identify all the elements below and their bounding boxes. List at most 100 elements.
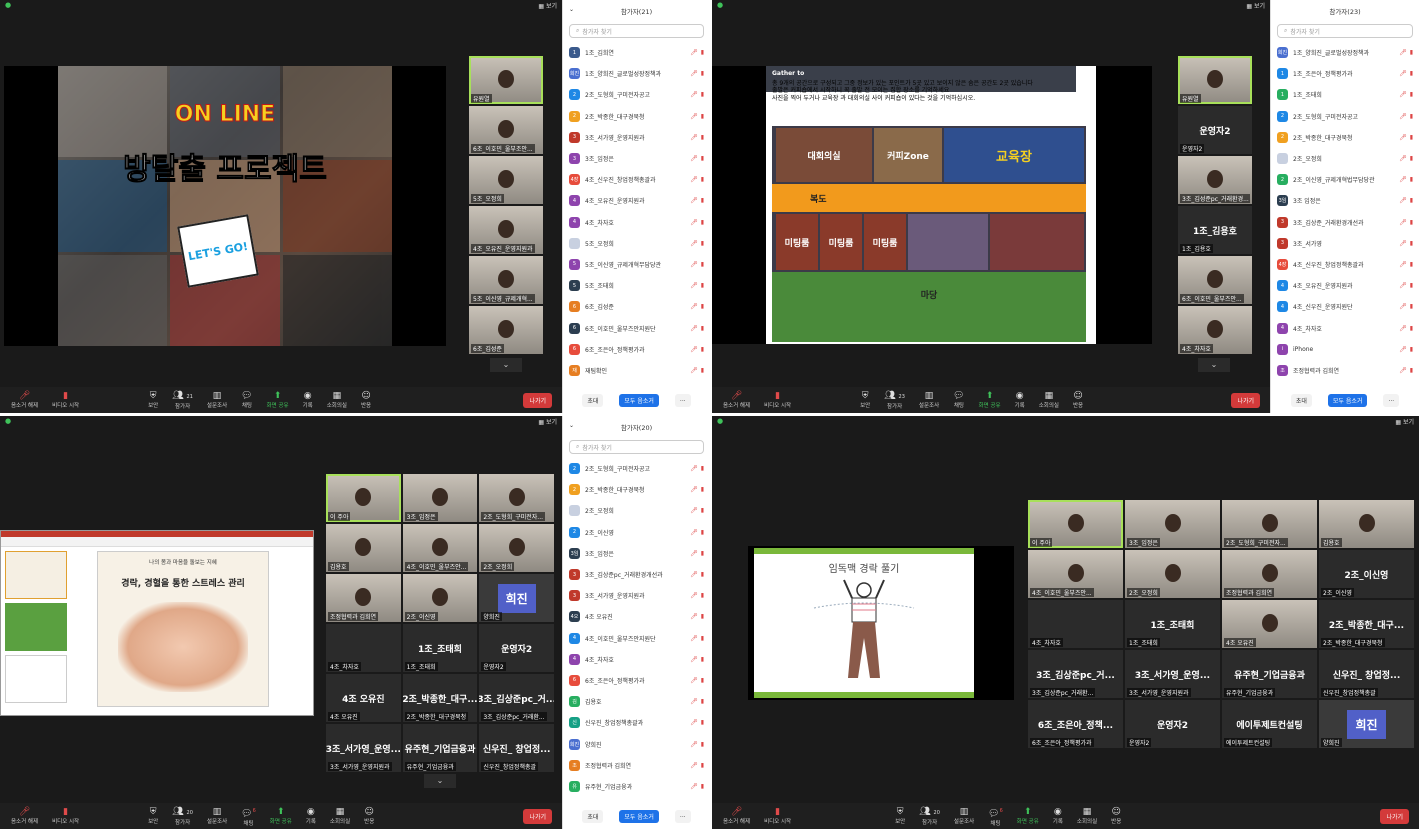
mute-all-button[interactable]: 모두 음소거	[1327, 394, 1368, 407]
participant-row[interactable]: 3임 3조 임정은 🎤︎ ▮	[1277, 190, 1413, 211]
participant-row[interactable]: 6 6조_김성준 🎤︎ ▮	[569, 296, 704, 317]
participant-row[interactable]: 조 조정협력과 김희연 🎤︎ ▮	[1277, 360, 1413, 381]
breakout-button[interactable]: ▦ 소회의실	[1039, 391, 1059, 409]
video-tile[interactable]: 6조_조은아_정책... 6조_조은아_정책평가과	[1028, 700, 1123, 748]
participant-row[interactable]: 2 2조_도형희_구미전자공고 🎤︎ ▮	[569, 84, 704, 105]
participant-row[interactable]: 4 4조_차자호 🎤︎ ▮	[1277, 317, 1413, 338]
participant-row[interactable]: 2 2조_박종한_대구경북청 🎤︎ ▮	[1277, 127, 1413, 148]
more-button[interactable]: ...	[674, 810, 691, 823]
video-tile[interactable]: 운영자2 운영자2	[479, 624, 554, 672]
participant-row[interactable]: 2 2조_이신영 🎤︎ ▮	[569, 522, 704, 543]
video-tile[interactable]: 2조_도형희_구미전자...	[479, 474, 554, 522]
video-tile[interactable]: 운영자2 운영자2	[1125, 700, 1220, 748]
participant-row[interactable]: 2 2조_도형희_구미전자공고 🎤︎ ▮	[569, 458, 704, 479]
video-tile[interactable]: 신우진_ 창업정... 신우진_창업정책총괄	[1319, 650, 1414, 698]
participant-row[interactable]: 6 6조_조은아_정책평가과 🎤︎ ▮	[569, 670, 704, 691]
participant-row[interactable]: 2 2조_박종한_대구경북청 🎤︎ ▮	[569, 479, 704, 500]
participant-row[interactable]: 4 4조_이호민_울부즈안지원단 🎤︎ ▮	[569, 628, 704, 649]
participant-row[interactable]: 2조_오정희 🎤︎ ▮	[569, 500, 704, 521]
participant-row[interactable]: 4 4조_차자호 🎤︎ ▮	[569, 212, 704, 233]
participant-row[interactable]: 5 5조_조태희 🎤︎ ▮	[569, 275, 704, 296]
participant-row[interactable]: 6 6조_조은아_정책평가과 🎤︎ ▮	[569, 339, 704, 360]
scroll-down-button[interactable]: ⌄	[490, 358, 522, 372]
video-tile[interactable]: 4조_차자호	[1178, 306, 1252, 354]
video-tile[interactable]: 김용호	[326, 524, 401, 572]
polls-button[interactable]: ▥ 설문조사	[919, 391, 939, 409]
participant-row[interactable]: 2조_오정희 🎤︎ ▮	[1277, 148, 1413, 169]
video-tile[interactable]: 4조_차자호	[1028, 600, 1123, 648]
participant-row[interactable]: 1 1조_김희연 🎤︎ ▮	[569, 42, 704, 63]
invite-button[interactable]: 초대	[1290, 394, 1312, 407]
video-button[interactable]: ▮ 비디오 시작	[764, 807, 791, 825]
participant-row[interactable]: 3 3조_서가영_운영지원과 🎤︎ ▮	[569, 127, 704, 148]
video-tile[interactable]: 이 주아	[326, 474, 401, 522]
participant-row[interactable]: 3 3조_임정은 🎤︎ ▮	[569, 148, 704, 169]
participant-row[interactable]: 재 재팀확인 🎤︎ ▮	[569, 360, 704, 381]
leave-button[interactable]: 나가기	[1380, 808, 1409, 824]
participant-row[interactable]: 3 3조_서가영 🎤︎ ▮	[1277, 233, 1413, 254]
more-button[interactable]: ...	[674, 394, 691, 407]
security-button[interactable]: ⛨ 보안	[148, 391, 158, 409]
video-tile[interactable]: 5조_이신영_규제개혁...	[469, 256, 543, 304]
participant-search-input[interactable]: ⌕ 참가자 찾기	[569, 440, 704, 454]
reactions-button[interactable]: ☺ 반응	[361, 391, 371, 409]
breakout-button[interactable]: ▦ 소회의실	[327, 391, 347, 409]
participant-row[interactable]: 5조_오정희 🎤︎ ▮	[569, 233, 704, 254]
record-button[interactable]: ◉ 기록	[303, 391, 313, 409]
security-button[interactable]: ⛨ 보안	[148, 807, 158, 825]
thumb-2[interactable]	[5, 603, 67, 651]
participant-row[interactable]: 4 4조_신우진_운영지원단 🎤︎ ▮	[1277, 296, 1413, 317]
reactions-button[interactable]: ☺ 반응	[1111, 807, 1121, 825]
video-tile[interactable]: 1조_김용호 1조_김용호	[1178, 206, 1252, 254]
participant-row[interactable]: 4 4조_오유진_운영지원과 🎤︎ ▮	[1277, 275, 1413, 296]
participant-search-input[interactable]: ⌕ 참가자 찾기	[569, 24, 704, 38]
participant-search-input[interactable]: ⌕ 참가자 찾기	[1277, 24, 1413, 38]
share-screen-button[interactable]: ⬆ 화면 공유	[270, 807, 292, 825]
participant-row[interactable]: 4장 4조_신우진_창업정책총괄과 🎤︎ ▮	[1277, 254, 1413, 275]
share-screen-button[interactable]: ⬆ 화면 공유	[1017, 807, 1039, 825]
video-tile[interactable]: 조정협력과 김희연	[1222, 550, 1317, 598]
share-screen-button[interactable]: ⬆ 화면 공유	[979, 391, 1001, 409]
participant-row[interactable]: 1 1조_조은아_정책평가과 🎤︎ ▮	[1277, 63, 1413, 84]
participant-row[interactable]: 3 3조_김상준_거래환경개선과 🎤︎ ▮	[1277, 212, 1413, 233]
leave-button[interactable]: 나가기	[523, 392, 552, 408]
video-tile[interactable]: 3조_임정은	[1125, 500, 1220, 548]
participant-row[interactable]: 5 5조_이신영_규제개혁무담당관 🎤︎ ▮	[569, 254, 704, 275]
polls-button[interactable]: ▥ 설문조사	[207, 807, 227, 825]
video-tile[interactable]: 2조_오정희	[479, 524, 554, 572]
video-tile[interactable]: 희진 양희진	[479, 574, 554, 622]
breakout-button[interactable]: ▦ 소회의실	[1077, 807, 1097, 825]
video-tile[interactable]: 유주현_기업금융과 유주현_기업금융과	[1222, 650, 1317, 698]
video-tile[interactable]: 4조 오유진	[1222, 600, 1317, 648]
video-tile[interactable]: 3조_임정은	[402, 474, 478, 522]
participant-row[interactable]: 4오 4조 오유진 🎤︎ ▮	[569, 606, 704, 627]
participants-button[interactable]: 👥︎ 20 참가자	[172, 807, 193, 826]
scroll-down-button[interactable]: ⌄	[424, 774, 456, 788]
video-tile[interactable]: 조정협력과 김희연	[326, 574, 401, 622]
participant-row[interactable]: 1 1조_조태희 🎤︎ ▮	[1277, 84, 1413, 105]
participants-button[interactable]: 👥︎ 21 참가자	[172, 391, 193, 410]
video-tile[interactable]: 6조_이호민_울부조안...	[469, 106, 543, 154]
thumb-3[interactable]	[5, 655, 67, 703]
video-tile[interactable]: 신우진_ 창업정... 신우진_창업정책총괄	[479, 724, 554, 772]
video-tile[interactable]: 3조_김상준pc_거... 3조_김상준pc_거래환...	[479, 674, 554, 722]
thumb-1[interactable]	[5, 551, 67, 599]
reactions-button[interactable]: ☺ 반응	[1073, 391, 1083, 409]
mute-button[interactable]: 🎤︎ 음소거 해제	[723, 391, 750, 409]
mute-button[interactable]: 🎤︎ 음소거 해제	[723, 807, 750, 825]
participant-row[interactable]: 4장 4조_신우진_창업정책총괄과 🎤︎ ▮	[569, 169, 704, 190]
record-button[interactable]: ◉ 기록	[1053, 807, 1063, 825]
video-tile[interactable]: 1조_조태희 1조_조태희	[1125, 600, 1220, 648]
participant-row[interactable]: 4 4조_오유진_운영지원과 🎤︎ ▮	[569, 190, 704, 211]
video-tile[interactable]: 희진 양희진	[1319, 700, 1414, 748]
participant-row[interactable]: 4 4조_차자호 🎤︎ ▮	[569, 649, 704, 670]
video-tile[interactable]: 1조_조태희 1조_조태희	[402, 624, 478, 672]
video-button[interactable]: ▮ 비디오 시작	[764, 391, 791, 409]
participant-row[interactable]: 조 조정협력과 김희연 🎤︎ ▮	[569, 755, 704, 776]
participant-row[interactable]: i iPhone 🎤︎ ▮	[1277, 339, 1413, 360]
leave-button[interactable]: 나가기	[1231, 392, 1260, 408]
chat-button[interactable]: 💬︎6 채팅	[988, 806, 1003, 827]
participant-row[interactable]: 유 유주현_기업금융과 🎤︎ ▮	[569, 776, 704, 797]
video-tile[interactable]: 이 주아	[1028, 500, 1123, 548]
video-tile[interactable]: 2조_이신영	[402, 574, 478, 622]
